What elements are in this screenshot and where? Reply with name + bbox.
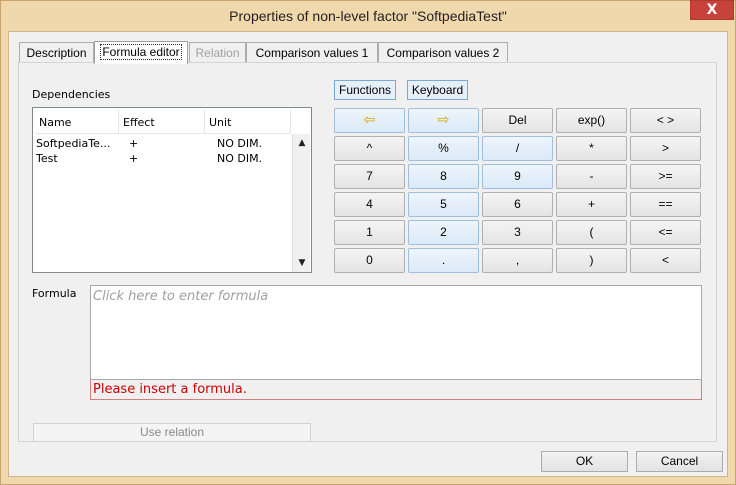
dependencies-label: Dependencies bbox=[32, 88, 111, 101]
cell-name: Test bbox=[36, 152, 58, 165]
key-not-equal[interactable]: < > bbox=[630, 108, 701, 133]
arrow-left-icon: ⇦ bbox=[363, 111, 376, 127]
formula-error-message: Please insert a formula. bbox=[90, 380, 702, 400]
column-header-name[interactable]: Name bbox=[35, 110, 119, 134]
ok-button[interactable]: OK bbox=[541, 451, 628, 472]
tab-comparison-values-2[interactable]: Comparison values 2 bbox=[378, 42, 508, 63]
key-5[interactable]: 5 bbox=[408, 192, 479, 217]
cell-effect: + bbox=[129, 152, 139, 165]
key-comma[interactable]: , bbox=[482, 248, 553, 273]
cell-effect: + bbox=[129, 137, 139, 150]
tab-formula-editor[interactable]: Formula editor bbox=[94, 41, 188, 64]
tab-comparison-values-1[interactable]: Comparison values 1 bbox=[246, 42, 378, 63]
cancel-button[interactable]: Cancel bbox=[636, 451, 723, 472]
key-greater-equal[interactable]: >= bbox=[630, 164, 701, 189]
key-2[interactable]: 2 bbox=[408, 220, 479, 245]
key-plus[interactable]: + bbox=[556, 192, 627, 217]
cell-name: SoftpediaTe... bbox=[36, 137, 111, 150]
formula-placeholder: Click here to enter formula bbox=[93, 289, 269, 304]
key-close-paren[interactable]: ) bbox=[556, 248, 627, 273]
key-greater[interactable]: > bbox=[630, 136, 701, 161]
cursor-left-button[interactable]: ⇦ bbox=[334, 108, 405, 133]
key-del[interactable]: Del bbox=[482, 108, 553, 133]
tab-label: Formula editor bbox=[100, 44, 182, 60]
scroll-up-icon[interactable]: ▲ bbox=[295, 136, 309, 150]
close-icon: X bbox=[706, 2, 718, 18]
key-multiply[interactable]: * bbox=[556, 136, 627, 161]
vertical-scrollbar[interactable]: ▲ ▼ bbox=[292, 134, 310, 272]
key-6[interactable]: 6 bbox=[482, 192, 553, 217]
key-3[interactable]: 3 bbox=[482, 220, 553, 245]
functions-button[interactable]: Functions bbox=[334, 80, 396, 100]
key-exp[interactable]: exp() bbox=[556, 108, 627, 133]
key-open-paren[interactable]: ( bbox=[556, 220, 627, 245]
key-decimal[interactable]: . bbox=[408, 248, 479, 273]
tab-label: Relation bbox=[195, 46, 240, 60]
tab-label: Comparison values 2 bbox=[386, 46, 500, 60]
column-header-unit[interactable]: Unit bbox=[205, 110, 291, 134]
formula-label: Formula bbox=[32, 287, 77, 300]
key-7[interactable]: 7 bbox=[334, 164, 405, 189]
tab-description[interactable]: Description bbox=[19, 42, 94, 63]
table-row[interactable]: SoftpediaTe... + NO DIM. bbox=[33, 136, 291, 151]
scroll-down-icon[interactable]: ▼ bbox=[295, 256, 309, 270]
key-minus[interactable]: - bbox=[556, 164, 627, 189]
cell-unit: NO DIM. bbox=[217, 152, 263, 165]
dependencies-table: Name Effect Unit SoftpediaTe... + NO DIM… bbox=[32, 107, 312, 273]
key-9[interactable]: 9 bbox=[482, 164, 553, 189]
key-8[interactable]: 8 bbox=[408, 164, 479, 189]
key-equal[interactable]: == bbox=[630, 192, 701, 217]
column-header-effect[interactable]: Effect bbox=[119, 110, 205, 134]
key-less-equal[interactable]: <= bbox=[630, 220, 701, 245]
keyboard-button[interactable]: Keyboard bbox=[407, 80, 468, 100]
tab-label: Description bbox=[26, 46, 87, 60]
key-percent[interactable]: % bbox=[408, 136, 479, 161]
key-divide[interactable]: / bbox=[482, 136, 553, 161]
table-row[interactable]: Test + NO DIM. bbox=[33, 151, 291, 166]
use-relation-button: Use relation bbox=[33, 423, 311, 442]
window-title: Properties of non-level factor "Softpedi… bbox=[229, 8, 507, 24]
close-button[interactable]: X bbox=[690, 0, 734, 20]
tab-relation: Relation bbox=[189, 42, 246, 63]
arrow-right-icon: ⇨ bbox=[437, 111, 450, 127]
cell-unit: NO DIM. bbox=[217, 137, 263, 150]
formula-input[interactable]: Click here to enter formula bbox=[90, 285, 702, 380]
key-0[interactable]: 0 bbox=[334, 248, 405, 273]
key-4[interactable]: 4 bbox=[334, 192, 405, 217]
key-less[interactable]: < bbox=[630, 248, 701, 273]
key-caret[interactable]: ^ bbox=[334, 136, 405, 161]
key-1[interactable]: 1 bbox=[334, 220, 405, 245]
tab-label: Comparison values 1 bbox=[255, 46, 369, 60]
cursor-right-button[interactable]: ⇨ bbox=[408, 108, 479, 133]
